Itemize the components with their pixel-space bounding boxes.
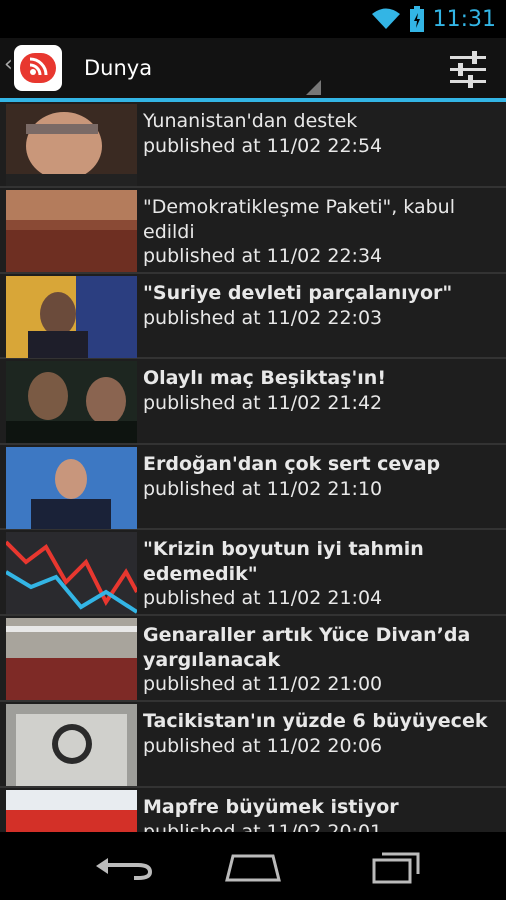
article-text: "Krizin boyutun iyi tahmin edemedik" pub…	[143, 537, 500, 611]
spinner-corner-icon	[306, 80, 321, 95]
article-thumbnail	[6, 104, 137, 186]
article-meta: published at 11/02 20:06	[143, 734, 383, 757]
article-text: Tacikistan'ın yüzde 6 büyüyecek publishe…	[143, 709, 500, 758]
page-title[interactable]: Dunya	[84, 56, 152, 80]
list-item[interactable]: "Demokratikleşme Paketi", kabul edildi p…	[0, 188, 506, 274]
article-thumbnail	[6, 190, 137, 272]
status-clock: 11:31	[432, 6, 496, 32]
article-thumbnail	[6, 276, 137, 358]
list-item[interactable]: Olaylı maç Beşiktaş'ın! published at 11/…	[0, 359, 506, 445]
list-item[interactable]: Tacikistan'ın yüzde 6 büyüyecek publishe…	[0, 702, 506, 788]
back-icon[interactable]	[86, 846, 166, 886]
list-item[interactable]: Genaraller artık Yüce Divan’da yargılana…	[0, 616, 506, 702]
navigation-bar	[0, 832, 506, 900]
article-meta: published at 11/02 22:03	[143, 306, 383, 329]
article-title: Genaraller artık Yüce Divan’da yargılana…	[143, 624, 471, 671]
article-title: Tacikistan'ın yüzde 6 büyüyecek	[143, 710, 488, 732]
article-meta: published at 11/02 22:34	[143, 245, 383, 267]
article-meta: published at 11/02 21:00	[143, 673, 383, 695]
article-thumbnail	[6, 618, 137, 700]
home-icon[interactable]	[213, 846, 293, 886]
article-meta: published at 11/02 21:10	[143, 477, 383, 500]
action-bar: ‹ Dunya	[0, 38, 506, 102]
article-meta: published at 11/02 21:42	[143, 391, 383, 414]
recents-icon[interactable]	[358, 846, 438, 886]
article-text: "Suriye devleti parçalanıyor" published …	[143, 281, 500, 330]
battery-icon	[409, 6, 424, 32]
article-meta: published at 11/02 20:01	[143, 820, 383, 833]
article-title: "Suriye devleti parçalanıyor"	[143, 282, 453, 304]
article-text: Olaylı maç Beşiktaş'ın! published at 11/…	[143, 366, 500, 415]
article-thumbnail	[6, 704, 137, 786]
list-item[interactable]: Erdoğan'dan çok sert cevap published at …	[0, 445, 506, 530]
article-meta: published at 11/02 21:04	[143, 587, 383, 609]
article-thumbnail	[6, 447, 137, 529]
article-text: Genaraller artık Yüce Divan’da yargılana…	[143, 623, 500, 697]
article-title: "Demokratikleşme Paketi", kabul edildi	[143, 196, 455, 243]
article-text: Yunanistan'dan destek published at 11/02…	[143, 109, 500, 158]
article-thumbnail	[6, 532, 137, 614]
wifi-icon	[371, 8, 400, 29]
article-title: Mapfre büyümek istiyor	[143, 796, 399, 818]
up-caret-icon[interactable]: ‹	[4, 54, 13, 76]
rss-icon[interactable]	[14, 45, 62, 91]
article-title: Yunanistan'dan destek	[143, 110, 358, 132]
list-item[interactable]: Mapfre büyümek istiyor published at 11/0…	[0, 788, 506, 832]
list-item[interactable]: "Suriye devleti parçalanıyor" published …	[0, 274, 506, 359]
article-text: "Demokratikleşme Paketi", kabul edildi p…	[143, 195, 500, 269]
sliders-icon[interactable]	[446, 50, 490, 90]
article-text: Erdoğan'dan çok sert cevap published at …	[143, 452, 500, 501]
status-icons: 11:31	[371, 4, 496, 34]
article-text: Mapfre büyümek istiyor published at 11/0…	[143, 795, 500, 832]
article-thumbnail	[6, 790, 137, 832]
article-title: Olaylı maç Beşiktaş'ın!	[143, 367, 386, 389]
list-item[interactable]: Yunanistan'dan destek published at 11/02…	[0, 102, 506, 188]
article-title: "Krizin boyutun iyi tahmin edemedik"	[143, 538, 424, 585]
article-thumbnail	[6, 361, 137, 443]
article-list[interactable]: Yunanistan'dan destek published at 11/02…	[0, 102, 506, 832]
article-title: Erdoğan'dan çok sert cevap	[143, 453, 441, 475]
status-bar: 11:31	[0, 0, 506, 38]
article-meta: published at 11/02 22:54	[143, 134, 383, 157]
list-item[interactable]: "Krizin boyutun iyi tahmin edemedik" pub…	[0, 530, 506, 616]
